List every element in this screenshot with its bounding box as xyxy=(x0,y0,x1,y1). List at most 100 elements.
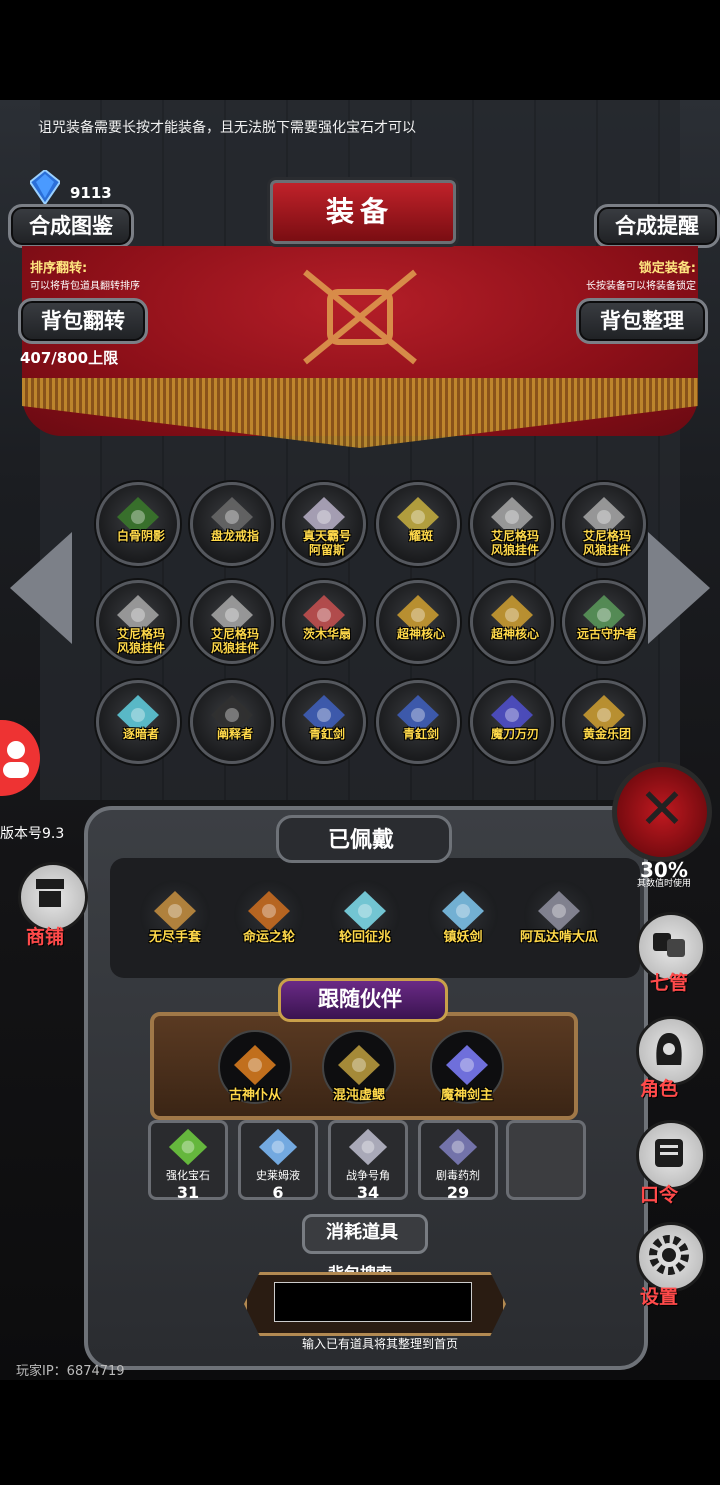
inventory-item[interactable]: 超神核心 xyxy=(470,580,554,664)
inventory-item-label: 茨木华扇 xyxy=(302,627,351,641)
consumable-count: 29 xyxy=(446,1183,470,1202)
close-icon: ✕ xyxy=(638,777,686,842)
companion-item[interactable]: 魔神剑主 xyxy=(430,1030,504,1104)
bag-flip-button[interactable]: 背包翻转 xyxy=(18,298,148,344)
lock-note-desc: 长按装备可以将装备锁定 xyxy=(586,281,696,292)
version-label: 版本号9.3 xyxy=(0,826,65,842)
synthesis-atlas-button[interactable]: 合成图鉴 xyxy=(8,204,134,248)
inventory-item[interactable]: 耀斑 xyxy=(376,482,460,566)
companion-item[interactable]: 古神仆从 xyxy=(218,1030,292,1104)
inventory-item[interactable]: 白骨阴影 xyxy=(96,482,180,566)
crossed-swords-emblem-icon xyxy=(303,269,417,365)
scroll-icon xyxy=(655,1139,683,1167)
inventory-item-label: 白骨阴影 xyxy=(116,529,165,543)
dice-icon xyxy=(653,933,685,957)
consumable-label: 战争号角 xyxy=(346,1169,390,1182)
consumable-label: 强化宝石 xyxy=(166,1169,210,1182)
consumable-title: 消耗道具 xyxy=(326,1222,398,1243)
worn-item[interactable]: 无尽手套 xyxy=(140,880,210,950)
password-label: 口令 xyxy=(640,1184,679,1206)
sort-note-title: 排序翻转: xyxy=(30,261,88,276)
bag-sort-button[interactable]: 背包整理 xyxy=(576,298,708,344)
inventory-item[interactable]: 逐暗者 xyxy=(96,680,180,764)
percent-desc: 其数值时使用 xyxy=(637,879,692,889)
inventory-item[interactable]: 青釭剑 xyxy=(376,680,460,764)
page-title: 装备 xyxy=(325,195,394,228)
companion-item-label: 魔神剑主 xyxy=(440,1088,493,1103)
dark-servant-icon xyxy=(234,1045,276,1085)
hooded-figure-icon xyxy=(656,1033,682,1065)
user-icon xyxy=(3,741,29,778)
consumable-slot[interactable]: 战争号角 34 xyxy=(328,1120,408,1202)
gear-icon xyxy=(649,1235,689,1275)
demon-swordmaster-icon xyxy=(446,1045,488,1085)
consumable-count: 31 xyxy=(176,1183,200,1202)
inventory-item[interactable]: 真天霸号 阿留斯 xyxy=(282,482,366,566)
companion-item-label: 混沌虚鳃 xyxy=(332,1088,385,1103)
worn-item[interactable]: 镇妖剑 xyxy=(428,880,498,950)
inventory-item[interactable]: 艾尼格玛 风狼挂件 xyxy=(96,580,180,664)
gem-count: 9113 xyxy=(70,184,112,202)
settings-label: 设置 xyxy=(640,1286,679,1308)
companion-item-label: 古神仆从 xyxy=(228,1088,281,1103)
worn-item-label: 轮回征兆 xyxy=(338,930,391,945)
blue-gem-icon xyxy=(30,170,60,204)
player-ip: 玩家IP：6874719 xyxy=(16,1364,125,1379)
lock-note-title: 锁定装备: xyxy=(638,261,696,276)
consumable-slot[interactable]: 强化宝石 31 xyxy=(148,1120,228,1202)
consumable-count: 6 xyxy=(272,1183,284,1202)
inventory-item-label: 青釭剑 xyxy=(402,727,439,741)
inventory-item[interactable]: 艾尼格玛 风狼挂件 xyxy=(470,482,554,566)
sort-note-desc: 可以将背包道具翻转排序 xyxy=(30,281,140,292)
worn-item[interactable]: 轮回征兆 xyxy=(330,880,400,950)
worn-item[interactable]: 阿瓦达啃大瓜 xyxy=(520,880,598,950)
inventory-item-label: 艾尼格玛 风狼挂件 xyxy=(582,529,631,557)
character-label: 角色 xyxy=(640,1078,679,1100)
worn-item-label: 阿瓦达啃大瓜 xyxy=(519,930,598,945)
companion-title: 跟随伙伴 xyxy=(318,987,402,1011)
search-hint: 输入已有道具将其整理到首页 xyxy=(301,1337,458,1351)
consumable-slot[interactable]: 剧毒药剂 29 xyxy=(418,1120,498,1202)
bag-capacity: 407/800上限 xyxy=(20,349,119,367)
inventory-item[interactable]: 青釭剑 xyxy=(282,680,366,764)
worn-item[interactable]: 命运之轮 xyxy=(234,880,304,950)
inventory-item[interactable]: 盘龙戒指 xyxy=(190,482,274,566)
curse-tip-text: 诅咒装备需要长按才能装备，且无法脱下需要强化宝石才可以 xyxy=(38,120,416,136)
consumable-label: 史莱姆液 xyxy=(256,1169,300,1182)
previous-page-arrow-icon[interactable] xyxy=(10,532,72,644)
inventory-item[interactable]: 茨木华扇 xyxy=(282,580,366,664)
empty-consumable-slot[interactable] xyxy=(506,1120,586,1200)
manage-label: 七管 xyxy=(650,972,689,994)
inventory-item-label: 青釭剑 xyxy=(308,727,345,741)
inventory-item[interactable]: 魔刀万刃 xyxy=(470,680,554,764)
chaos-mask-icon xyxy=(338,1045,380,1085)
shop-label: 商铺 xyxy=(26,926,65,948)
potion-bottle-icon xyxy=(258,1128,298,1166)
inventory-item-label: 真天霸号 阿留斯 xyxy=(302,529,351,557)
green-gem-icon xyxy=(168,1128,208,1166)
inventory-item-label: 远古守护者 xyxy=(576,627,637,641)
inventory-item[interactable]: 超神核心 xyxy=(376,580,460,664)
poison-flask-icon xyxy=(438,1128,478,1166)
inventory-item-label: 耀斑 xyxy=(408,529,433,543)
consumable-label: 剧毒药剂 xyxy=(436,1169,480,1182)
shop-icon xyxy=(36,879,64,907)
inventory-item[interactable]: 艾尼格玛 风狼挂件 xyxy=(190,580,274,664)
inventory-item-label: 黄金乐团 xyxy=(582,727,631,741)
inventory-item[interactable]: 阐释者 xyxy=(190,680,274,764)
inventory-item[interactable]: 远古守护者 xyxy=(562,580,646,664)
worn-item-label: 命运之轮 xyxy=(242,930,295,945)
inventory-item-label: 逐暗者 xyxy=(122,727,159,741)
inventory-item-label: 艾尼格玛 风狼挂件 xyxy=(116,627,165,655)
bag-search-input[interactable] xyxy=(274,1282,472,1322)
synthesis-reminder-button[interactable]: 合成提醒 xyxy=(594,204,720,248)
consumable-count: 34 xyxy=(356,1183,380,1202)
worn-title: 已佩戴 xyxy=(327,828,394,853)
war-horn-icon xyxy=(348,1128,388,1166)
inventory-item[interactable]: 黄金乐团 xyxy=(562,680,646,764)
inventory-item[interactable]: 艾尼格玛 风狼挂件 xyxy=(562,482,646,566)
companion-item[interactable]: 混沌虚鳃 xyxy=(322,1030,396,1104)
inventory-item-label: 超神核心 xyxy=(396,627,445,641)
worn-item-label: 镇妖剑 xyxy=(443,930,483,945)
consumable-slot[interactable]: 史莱姆液 6 xyxy=(238,1120,318,1202)
